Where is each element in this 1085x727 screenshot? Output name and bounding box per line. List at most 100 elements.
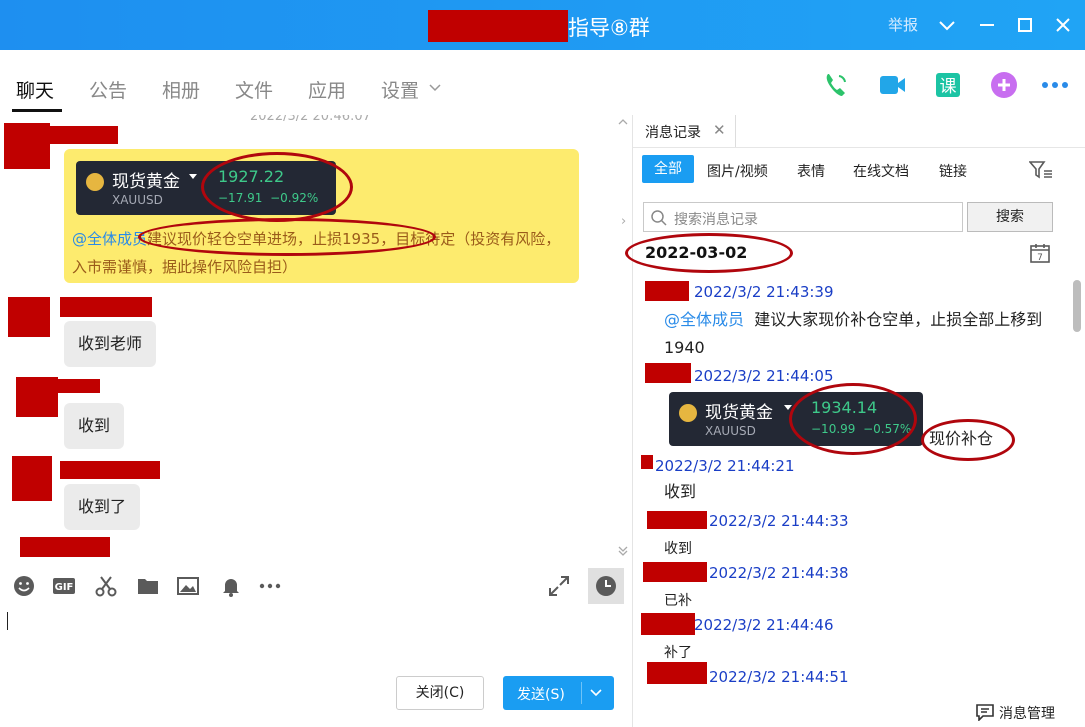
gold-coin-icon	[86, 173, 104, 191]
scissors-icon[interactable]	[94, 574, 118, 598]
redacted-avatar	[12, 456, 52, 501]
filter-media[interactable]: 图片/视频	[707, 161, 768, 181]
tab-apps[interactable]: 应用	[308, 76, 346, 103]
message-bubble[interactable]: 收到	[64, 403, 125, 449]
gif-icon[interactable]: GIF	[52, 574, 76, 598]
gold-coin-icon	[679, 404, 697, 422]
tab-album[interactable]: 相册	[162, 76, 200, 103]
calendar-icon[interactable]: 7	[1029, 242, 1051, 264]
message-bubble[interactable]: 收到老师	[64, 321, 157, 367]
mention-all[interactable]: @全体成员	[72, 230, 147, 248]
filter-all[interactable]: 全部	[642, 155, 694, 183]
history-button[interactable]	[588, 568, 624, 604]
close-icon[interactable]: ✕	[713, 121, 726, 139]
maximize-icon[interactable]	[1012, 12, 1038, 38]
tab-chat[interactable]: 聊天	[16, 76, 54, 103]
redacted-sender	[58, 379, 100, 393]
record-time: 2022/3/2 21:44:33	[709, 512, 849, 530]
scrollbar-thumb[interactable]	[1073, 280, 1081, 332]
redacted-sender	[645, 363, 691, 383]
annotation-circle	[789, 383, 917, 455]
chat-history[interactable]: 2022/3/2 20:46:07 现货黄金 XAUUSD 1927.22 −1…	[0, 115, 632, 560]
video-icon[interactable]	[877, 70, 907, 100]
mention-all[interactable]: @全体成员	[664, 310, 744, 329]
panel-tab-label[interactable]: 消息记录	[645, 122, 701, 142]
tab-files[interactable]: 文件	[235, 76, 273, 103]
redacted-sender	[643, 562, 707, 582]
nav-bar: 聊天 公告 相册 文件 应用 设置 课	[0, 50, 1085, 115]
filter-links[interactable]: 链接	[939, 161, 967, 181]
redacted-avatar	[16, 377, 58, 417]
send-label: 发送(S)	[517, 687, 565, 703]
redacted-sender	[647, 662, 707, 684]
scroll-top-icon[interactable]	[616, 115, 630, 129]
quote-symbol: XAUUSD	[705, 424, 756, 438]
image-icon[interactable]	[176, 574, 200, 598]
search-button[interactable]: 搜索	[967, 202, 1053, 232]
close-icon[interactable]	[1050, 12, 1076, 38]
record-time: 2022/3/2 21:44:21	[655, 457, 795, 475]
message-manage-button[interactable]: 消息管理	[999, 703, 1055, 723]
record-text: @全体成员 建议大家现价补仓空单，止损全部上移到1940	[664, 310, 1043, 357]
quote-name: 现货黄金	[112, 172, 180, 192]
redacted-sender	[20, 537, 110, 557]
chevron-down-icon[interactable]	[934, 12, 960, 38]
message-bubble[interactable]: 收到了	[64, 484, 141, 530]
annotation-circle	[138, 218, 436, 256]
expand-icon[interactable]	[547, 574, 571, 598]
svg-text:GIF: GIF	[55, 582, 74, 593]
chevron-down-icon[interactable]	[428, 82, 442, 94]
annotation-circle	[625, 233, 793, 273]
lesson-icon[interactable]: 课	[933, 70, 963, 100]
search-input[interactable]: 搜索消息记录	[643, 202, 963, 232]
expand-panel-chevron[interactable]: ›	[621, 214, 626, 229]
annotation-circle	[921, 419, 1015, 461]
record-text: 收到	[664, 482, 697, 501]
search-icon	[651, 210, 667, 226]
record-text: 已补	[664, 593, 692, 609]
record-time: 2022/3/2 21:43:39	[694, 283, 834, 301]
tab-divider	[735, 115, 736, 147]
minimize-icon[interactable]	[974, 12, 1000, 38]
input-toolbar: GIF	[0, 560, 632, 610]
filter-stickers[interactable]: 表情	[797, 161, 825, 181]
emoji-icon[interactable]	[12, 574, 36, 598]
report-button[interactable]: 举报	[888, 14, 918, 35]
filter-icon[interactable]	[1029, 160, 1053, 180]
send-button[interactable]: 发送(S)	[503, 676, 614, 710]
record-text: 收到	[664, 541, 692, 557]
svg-text:7: 7	[1037, 253, 1043, 263]
lesson-glyph: 课	[940, 77, 957, 97]
message-input[interactable]: 关闭(C) 发送(S)	[0, 610, 632, 727]
caret-down-icon	[189, 174, 197, 179]
text-caret	[7, 612, 8, 630]
phone-icon[interactable]	[821, 70, 851, 100]
redacted-group-name	[428, 10, 568, 42]
record-time: 2022/3/2 21:44:51	[709, 668, 849, 686]
chevron-down-icon[interactable]	[589, 688, 603, 698]
tab-settings[interactable]: 设置	[381, 76, 419, 103]
redacted-sender	[641, 455, 653, 469]
more-icon[interactable]	[1040, 70, 1070, 100]
scroll-bottom-icon[interactable]	[616, 543, 630, 557]
tab-bottom-border	[633, 147, 1085, 148]
more-icon[interactable]	[258, 574, 282, 598]
window-title: 指导⑧群	[568, 16, 650, 40]
quote-name: 现货黄金	[705, 403, 773, 423]
send-separator	[581, 682, 582, 704]
quote-symbol: XAUUSD	[112, 193, 163, 207]
chat-timestamp: 2022/3/2 20:46:07	[250, 115, 371, 124]
message-history-panel: 消息记录 ✕ 全部 图片/视频 表情 在线文档 链接 搜索消息记录 搜索 202…	[625, 115, 1085, 727]
message-manage-icon	[976, 704, 994, 721]
redacted-sender	[647, 511, 707, 529]
record-time: 2022/3/2 21:44:05	[694, 367, 834, 385]
close-button[interactable]: 关闭(C)	[396, 676, 484, 710]
record-time: 2022/3/2 21:44:46	[694, 616, 834, 634]
add-icon[interactable]	[989, 70, 1019, 100]
folder-icon[interactable]	[136, 574, 160, 598]
redacted-avatar	[4, 123, 50, 169]
filter-docs[interactable]: 在线文档	[853, 161, 909, 181]
record-text: 补了	[664, 645, 692, 661]
bell-icon[interactable]	[219, 574, 243, 598]
tab-announcement[interactable]: 公告	[89, 76, 127, 103]
